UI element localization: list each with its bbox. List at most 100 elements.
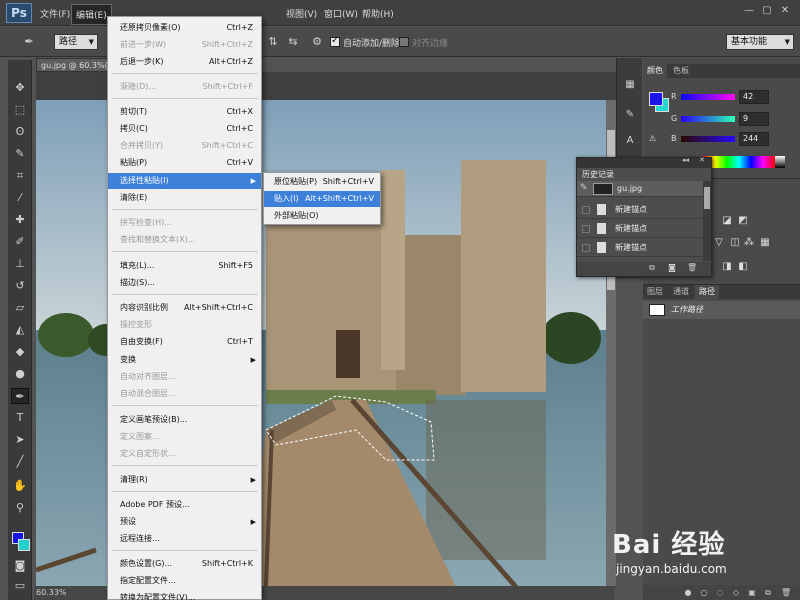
workspace-select[interactable]: 基本功能 ▼ (726, 34, 794, 50)
trash-icon[interactable]: 🗑 (687, 263, 697, 273)
menu-item-content-aware-scale[interactable]: 内容识别比例 Alt+Shift+Ctrl+C (108, 300, 261, 316)
clone-stamp-tool-icon[interactable]: ⊥ (11, 256, 29, 272)
menu-item-step-forward[interactable]: 前进一步(W) Shift+Ctrl+Z (108, 37, 261, 53)
tab-channels[interactable]: 通道 (669, 285, 693, 299)
menu-item-paste-into[interactable]: 贴入(I) Alt+Shift+Ctrl+V (264, 191, 380, 207)
menu-item-paste[interactable]: 粘贴(P) Ctrl+V (108, 155, 261, 171)
gradient-map-icon[interactable]: ◧ (737, 261, 749, 273)
marquee-tool-icon[interactable]: ⬚ (11, 102, 29, 118)
red-slider[interactable] (681, 94, 735, 100)
new-document-from-state-icon[interactable]: ⧉ (647, 263, 657, 273)
menu-item-paste-outside[interactable]: 外部粘贴(O) (264, 208, 380, 224)
paint-bucket-tool-icon[interactable]: ◭ (11, 322, 29, 338)
menu-item-auto-align-layers[interactable]: 自动对齐图层... (108, 369, 261, 385)
history-state[interactable]: 新建锚点 (577, 201, 703, 219)
menu-item-copy-merged[interactable]: 合并拷贝(Y) Shift+Ctrl+C (108, 138, 261, 154)
menu-item-define-pattern[interactable]: 定义图案... (108, 429, 261, 445)
eraser-tool-icon[interactable]: ▱ (11, 300, 29, 316)
quick-select-tool-icon[interactable]: ✎ (11, 146, 29, 162)
menu-item-transform[interactable]: 变换 ▶ (108, 352, 261, 368)
close-icon[interactable]: ✕ (778, 5, 792, 17)
minimize-icon[interactable]: — (742, 5, 756, 17)
color-spectrum-bar[interactable] (703, 156, 775, 168)
menu-view[interactable]: 视图(V) (286, 7, 317, 20)
history-source-checkbox[interactable] (582, 244, 590, 252)
menu-item-step-backward[interactable]: 后退一步(K) Alt+Ctrl+Z (108, 54, 261, 70)
menu-item-presets[interactable]: 预设 ▶ (108, 514, 261, 530)
history-brush-tool-icon[interactable]: ↺ (11, 278, 29, 294)
menu-item-find-replace[interactable]: 查找和替换文本(X)... (108, 232, 261, 248)
camera-icon[interactable]: ◙ (667, 263, 677, 273)
color-lookup-icon[interactable]: ▦ (759, 237, 771, 249)
history-state[interactable]: 新建锚点 (577, 239, 703, 257)
tool-mode-select[interactable]: 路径 ▼ (54, 34, 98, 50)
exposure-icon[interactable]: ◩ (737, 215, 749, 227)
history-state[interactable]: 新建锚点 (577, 220, 703, 238)
menu-help[interactable]: 帮助(H) (362, 7, 394, 20)
history-source-checkbox[interactable] (582, 206, 590, 214)
load-selection-icon[interactable]: ◌ (715, 588, 725, 598)
grayscale-ramp[interactable] (775, 156, 785, 168)
blur-tool-icon[interactable]: ◆ (11, 344, 29, 360)
move-tool-icon[interactable]: ✥ (11, 80, 29, 96)
hand-tool-icon[interactable]: ✋ (11, 478, 29, 494)
collapse-icon[interactable]: ◂◂ (682, 156, 689, 164)
menu-item-stroke[interactable]: 描边(S)... (108, 275, 261, 291)
menu-item-purge[interactable]: 清理(R) ▶ (108, 472, 261, 488)
menu-item-color-settings[interactable]: 颜色设置(G)... Shift+Ctrl+K (108, 556, 261, 572)
menu-item-copy[interactable]: 拷贝(C) Ctrl+C (108, 121, 261, 137)
eyedropper-tool-icon[interactable]: ⁄ (11, 190, 29, 206)
menu-item-define-brush[interactable]: 定义画笔预设(B)... (108, 412, 261, 428)
menu-window[interactable]: 窗口(W) (324, 7, 358, 20)
red-value-field[interactable]: 42 (739, 90, 769, 104)
menu-item-assign-profile[interactable]: 指定配置文件... (108, 573, 261, 589)
threshold-icon[interactable]: ◨ (721, 261, 733, 273)
channel-mixer-icon[interactable]: ⁂ (743, 237, 755, 249)
menu-item-convert-profile[interactable]: 转换为配置文件(V)... (108, 590, 261, 600)
menu-item-check-spelling[interactable]: 拼写检查(H)... (108, 215, 261, 231)
history-panel-title[interactable]: 历史记录 (577, 168, 619, 181)
brush-tool-icon[interactable]: ✐ (11, 234, 29, 250)
new-path-icon[interactable]: ⧉ (763, 588, 773, 598)
screen-mode-icon[interactable]: ▭ (11, 578, 29, 594)
trash-icon[interactable]: 🗑 (781, 588, 791, 598)
scrollbar-thumb[interactable] (704, 187, 710, 209)
menu-item-pdf-presets[interactable]: Adobe PDF 预设... (108, 497, 261, 513)
menu-item-puppet-warp[interactable]: 操控变形 (108, 317, 261, 333)
healing-brush-tool-icon[interactable]: ✚ (11, 212, 29, 228)
history-source-checkbox[interactable] (582, 225, 590, 233)
pen-tool-icon[interactable]: ✒ (22, 35, 36, 49)
brush-panel-icon[interactable]: ✎ (623, 108, 637, 122)
background-color-swatch[interactable] (18, 539, 30, 551)
blue-value-field[interactable]: 244 (739, 132, 769, 146)
quick-mask-icon[interactable]: ◙ (11, 558, 29, 574)
close-icon[interactable]: ✕ (699, 156, 705, 164)
gear-icon[interactable]: ⚙ (310, 35, 324, 49)
pen-tool-icon[interactable]: ✒ (11, 388, 29, 404)
tab-color[interactable]: 颜色 (643, 64, 667, 78)
curves-icon[interactable]: ◪ (721, 215, 733, 227)
add-mask-icon[interactable]: ▣ (747, 588, 757, 598)
character-panel-icon[interactable]: A (623, 134, 637, 148)
path-item[interactable]: 工作路径 (643, 301, 800, 319)
fill-path-icon[interactable]: ● (683, 588, 693, 598)
history-panel-icon[interactable]: ▦ (623, 78, 637, 92)
menu-item-auto-blend-layers[interactable]: 自动混合图层... (108, 386, 261, 402)
menu-item-paste-special[interactable]: 选择性粘贴(I) ▶ (108, 173, 261, 189)
menu-item-clear[interactable]: 清除(E) (108, 190, 261, 206)
history-snapshot[interactable]: ✎ gu.jpg (577, 181, 703, 197)
green-value-field[interactable]: 9 (739, 112, 769, 126)
make-work-path-icon[interactable]: ◇ (731, 588, 741, 598)
maximize-icon[interactable]: ▢ (760, 5, 774, 17)
path-selection-tool-icon[interactable]: ➤ (11, 432, 29, 448)
menu-item-define-shape[interactable]: 定义自定形状... (108, 446, 261, 462)
menu-item-cut[interactable]: 剪切(T) Ctrl+X (108, 104, 261, 120)
blue-slider[interactable] (681, 136, 735, 142)
history-brush-source-icon[interactable]: ✎ (580, 183, 588, 193)
lasso-tool-icon[interactable]: ʘ (11, 124, 29, 140)
vibrance-icon[interactable]: ▽ (713, 237, 725, 249)
path-arrangement-icon[interactable]: ⇅ (266, 35, 280, 49)
menu-item-undo[interactable]: 还原拷贝像素(O) Ctrl+Z (108, 20, 261, 36)
color-panel-foreground-swatch[interactable] (649, 92, 663, 106)
menu-file[interactable]: 文件(F) (40, 7, 70, 20)
